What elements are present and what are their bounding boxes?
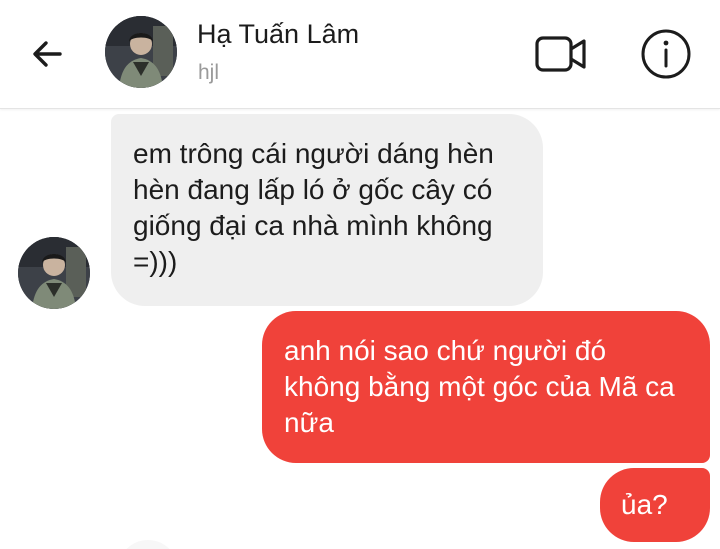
info-icon bbox=[641, 29, 691, 79]
outgoing-message-bubble[interactable]: ủa? bbox=[600, 468, 710, 542]
chat-header: Hạ Tuấn Lâm hjl bbox=[0, 0, 720, 109]
video-call-icon bbox=[535, 36, 586, 72]
info-button[interactable] bbox=[638, 26, 694, 82]
contact-avatar-image bbox=[105, 16, 177, 88]
contact-avatar[interactable] bbox=[105, 16, 177, 88]
video-call-button[interactable] bbox=[532, 28, 590, 80]
outgoing-message-bubble[interactable]: anh nói sao chứ người đó không bằng một … bbox=[262, 311, 710, 463]
partial-avatar bbox=[118, 540, 178, 549]
message-text: anh nói sao chứ người đó không bằng một … bbox=[284, 335, 675, 438]
contact-name[interactable]: Hạ Tuấn Lâm bbox=[197, 19, 359, 50]
chat-screen: Hạ Tuấn Lâm hjl em trông cái người dáng … bbox=[0, 0, 720, 549]
sender-avatar-image bbox=[18, 237, 90, 309]
message-text: ủa? bbox=[621, 489, 668, 520]
back-arrow-icon bbox=[33, 41, 62, 67]
sender-avatar[interactable] bbox=[18, 237, 90, 309]
incoming-message-bubble[interactable]: em trông cái người dáng hèn hèn đang lấp… bbox=[111, 114, 543, 306]
message-text: em trông cái người dáng hèn hèn đang lấp… bbox=[133, 138, 494, 277]
contact-subtitle: hjl bbox=[198, 61, 220, 84]
back-button[interactable] bbox=[22, 28, 74, 80]
